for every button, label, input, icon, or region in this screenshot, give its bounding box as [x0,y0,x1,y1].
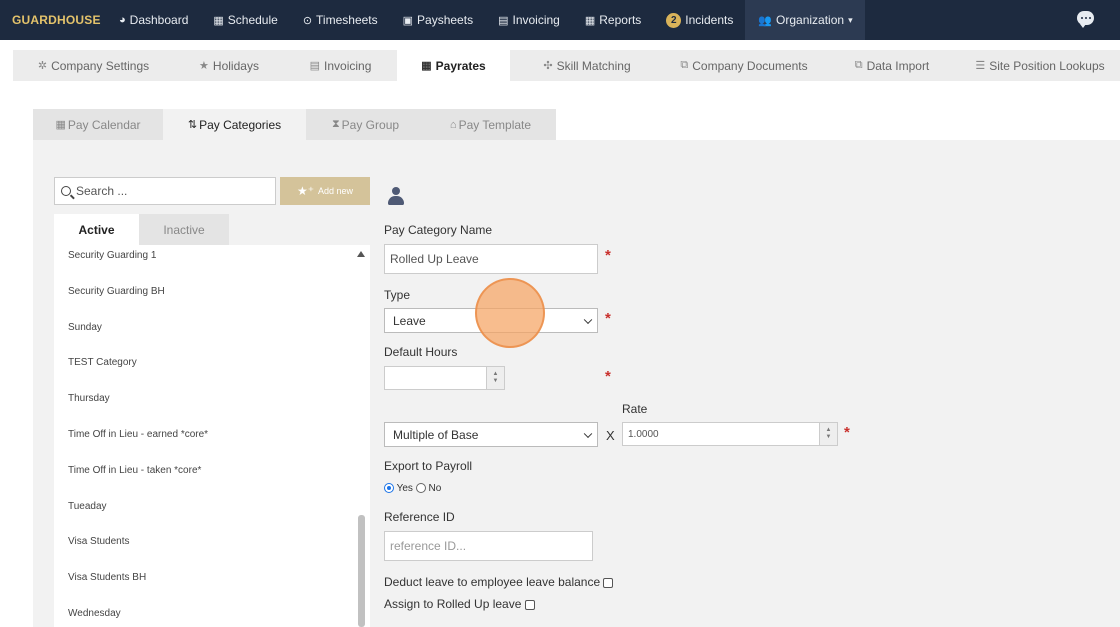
nav-reports[interactable]: ▦ Reports [572,0,653,40]
bank-icon: ⌂ [449,118,457,131]
tab-pay-group[interactable]: ⧗ Pay Group [306,109,425,140]
list-item[interactable]: Time Off in Lieu - taken *core* [54,460,370,496]
rate-label: Rate [622,402,648,416]
tab-data-import[interactable]: ⧉ Data Import [824,50,960,81]
nav-paysheets[interactable]: ▣ Paysheets [390,0,485,40]
deduct-leave-row: Deduct leave to employee leave balance [384,575,614,589]
search-input[interactable]: Search ... [54,177,276,205]
export-yes-radio[interactable] [384,483,394,494]
tab-inactive[interactable]: Inactive [139,214,229,245]
default-hours-label: Default Hours [384,345,458,359]
calendar-icon: ▦ [55,119,66,131]
nav-schedule[interactable]: ▦ Schedule [200,0,289,40]
chevron-down-icon [583,429,593,438]
incidents-count-badge: 2 [666,12,682,28]
calendar-icon: ▦ [213,14,224,27]
hourglass-icon: ⧗ [331,118,340,130]
list-item[interactable]: Visa Students BH [54,567,370,603]
crosshair-icon: ✣ [543,60,553,72]
money-icon: ▣ [402,14,414,27]
nav-dashboard[interactable]: ◕ Dashboard [106,0,200,40]
tab-pay-calendar[interactable]: ▦ Pay Calendar [33,109,163,140]
nav-organization[interactable]: 👥 Organization ▾ [745,0,865,40]
export-no-radio[interactable] [415,483,426,494]
invoice-icon: ▤ [309,60,321,72]
tab-company-settings[interactable]: ✲ Company Settings [13,50,174,81]
list-item[interactable]: Security Guarding 1 [54,245,370,281]
pay-category-name-input[interactable]: Rolled Up Leave [384,244,598,274]
search-icon [61,186,71,196]
tab-holidays[interactable]: ★ Holidays [174,50,284,81]
caret-down-icon: ▾ [848,14,853,25]
documents-icon: ⧉ [854,59,863,71]
default-hours-input[interactable]: ▲ ▼ [384,366,505,390]
top-navbar: GUARDHOUSE ◕ Dashboard ▦ Schedule ⊙ Timeshe… [0,0,1120,40]
pay-category-list: Security Guarding 1 Security Guarding BH… [54,245,370,627]
chevron-down-icon [583,315,593,324]
sort-icon: ⇅ [187,119,198,131]
payrate-tabs: ▦ Pay Calendar ⇅ Pay Categories ⧗ Pay Group… [33,109,556,140]
table-icon: ▦ [584,14,596,27]
tab-payrates[interactable]: ▦ Payrates [397,50,510,81]
click-indicator [475,278,545,348]
clock-icon: ⊙ [302,14,313,27]
rate-input[interactable]: 1.0000 ▲ ▼ [622,422,838,446]
documents-icon: ⧉ [680,59,689,71]
list-scrollbar-thumb[interactable] [358,515,365,627]
chat-icon[interactable] [1077,11,1094,28]
tab-pay-template[interactable]: ⌂ Pay Template [425,109,556,140]
number-spinner[interactable]: ▲ ▼ [819,423,837,445]
star-icon: ★ [199,60,209,72]
required-marker: * [605,368,611,385]
tab-skill-matching[interactable]: ✣ Skill Matching [510,50,664,81]
users-icon: 👥 [758,14,773,27]
tab-company-documents[interactable]: ⧉ Company Documents [664,50,824,81]
list-item[interactable]: Security Guarding BH [54,281,370,317]
list-item[interactable]: Visa Students [54,531,370,567]
scroll-up-arrow[interactable] [357,251,365,257]
calendar-icon: ▦ [421,60,432,72]
number-spinner[interactable]: ▲ ▼ [486,367,504,389]
settings-tabs: ✲ Company Settings ★ Holidays ▤ Invoicing ▦… [13,50,1120,81]
status-tabs: Active Inactive [54,214,229,245]
rate-mode-select[interactable]: Multiple of Base [384,422,598,447]
list-item[interactable]: Time Off in Lieu - earned *core* [54,424,370,460]
tab-site-position-lookups[interactable]: ☰ Site Position Lookups [960,50,1120,81]
reference-id-label: Reference ID [384,510,455,524]
multiply-sign: X [606,428,615,443]
star-plus-icon: ★⁺ [296,184,315,198]
list-item[interactable]: Thursday [54,388,370,424]
tab-pay-categories[interactable]: ⇅ Pay Categories [163,109,306,140]
required-marker: * [605,247,611,264]
tab-invoicing[interactable]: ▤ Invoicing [284,50,397,81]
reference-id-input[interactable]: reference ID... [384,531,593,561]
nav-incidents[interactable]: 2 Incidents [653,0,745,40]
list-icon: ☰ [975,60,986,72]
invoice-icon: ▤ [498,14,509,27]
list-item[interactable]: Tueaday [54,496,370,532]
nav-timesheets[interactable]: ⊙ Timesheets [290,0,390,40]
list-item[interactable]: TEST Category [54,352,370,388]
deduct-leave-checkbox[interactable] [603,577,614,588]
nav-invoicing[interactable]: ▤ Invoicing [485,0,572,40]
required-marker: * [605,310,611,327]
list-item[interactable]: Sunday [54,317,370,353]
user-icon [387,187,405,205]
required-marker: * [844,424,850,441]
type-label: Type [384,288,411,302]
export-radio-group: Yes No [384,483,441,494]
export-to-payroll-label: Export to Payroll [384,459,473,473]
brand-logo[interactable]: GUARDHOUSE [0,13,106,27]
add-new-button[interactable]: ★⁺ Add new [280,177,370,205]
assign-rolled-up-row: Assign to Rolled Up leave [384,597,535,611]
list-item[interactable]: Wednesday [54,603,370,627]
gear-icon: ✲ [37,60,48,72]
tab-active[interactable]: Active [54,214,139,245]
tachometer-icon: ◕ [119,14,126,26]
pay-category-name-label: Pay Category Name [384,223,493,237]
assign-rolled-up-checkbox[interactable] [524,599,535,610]
